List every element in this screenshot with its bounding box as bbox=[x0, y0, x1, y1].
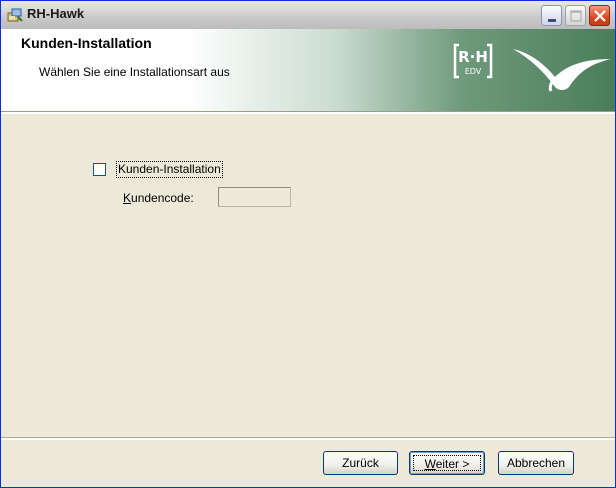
window-title: RH-Hawk bbox=[27, 6, 85, 21]
page-title: Kunden-Installation bbox=[21, 35, 152, 51]
maximize-button[interactable] bbox=[565, 5, 586, 26]
installer-window: RH-Hawk Kunden-Installation Wählen Sie e… bbox=[0, 0, 616, 488]
customer-install-label[interactable]: Kunden-Installation bbox=[116, 161, 223, 178]
header-divider bbox=[1, 111, 615, 114]
maximize-icon bbox=[570, 10, 582, 22]
installer-icon bbox=[7, 8, 23, 22]
title-bar[interactable]: RH-Hawk bbox=[1, 1, 615, 29]
footer-divider bbox=[1, 437, 615, 440]
customer-code-label-rest: undencode: bbox=[131, 191, 194, 205]
next-label-rest: eiter > bbox=[435, 457, 470, 471]
customer-code-accesskey: K bbox=[123, 191, 132, 205]
page-subtitle: Wählen Sie eine Installationsart aus bbox=[39, 65, 230, 79]
next-button[interactable]: Weiter > bbox=[409, 451, 485, 475]
minimize-icon bbox=[548, 19, 556, 22]
cancel-button[interactable]: Abbrechen bbox=[498, 451, 574, 475]
next-accesskey: W bbox=[424, 457, 436, 471]
close-button[interactable] bbox=[589, 5, 610, 26]
rh-edv-logo: R·H EDV bbox=[453, 43, 493, 79]
header-banner: Kunden-Installation Wählen Sie eine Inst… bbox=[1, 29, 615, 111]
back-button[interactable]: Zurück bbox=[323, 451, 398, 475]
close-icon bbox=[594, 10, 606, 22]
customer-code-input[interactable] bbox=[218, 187, 291, 207]
minimize-button[interactable] bbox=[541, 5, 562, 26]
hawk-icon bbox=[513, 49, 611, 92]
logo-text-rh: R·H bbox=[458, 48, 488, 66]
logo-text-edv: EDV bbox=[465, 67, 482, 76]
customer-install-checkbox[interactable] bbox=[93, 163, 106, 176]
next-button-focus: Weiter > bbox=[413, 455, 481, 471]
customer-code-label: Kundencode: bbox=[123, 191, 194, 205]
